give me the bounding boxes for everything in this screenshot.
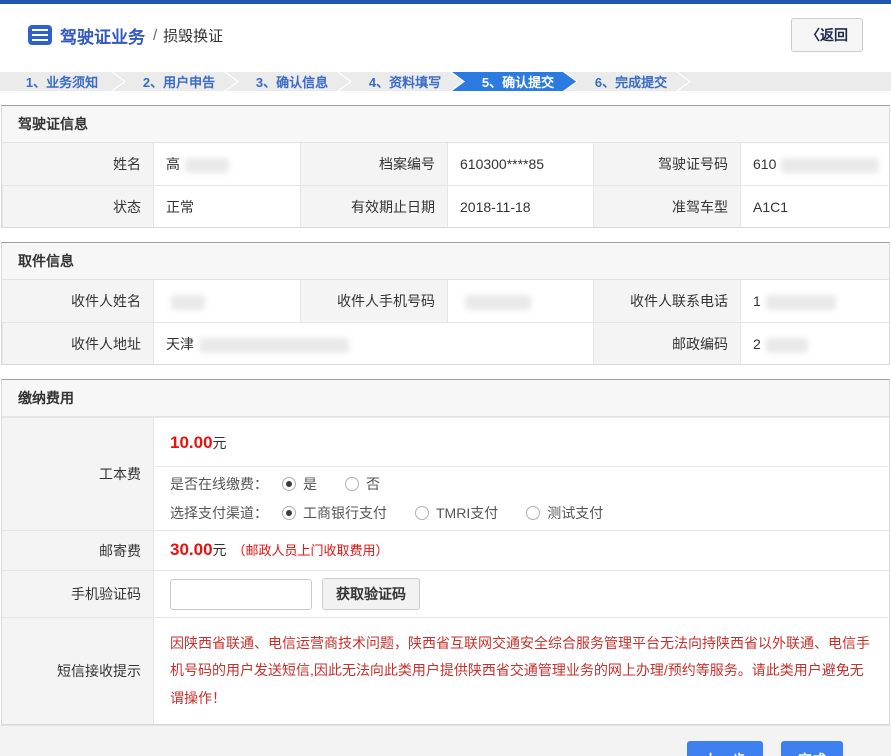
radio-option-no[interactable]: 否 <box>345 474 380 494</box>
license-section-title: 驾驶证信息 <box>2 106 889 143</box>
step-1: 1、业务须知 <box>0 72 124 91</box>
finish-button[interactable]: 完成 <box>781 741 843 756</box>
redacted-value <box>465 295 531 310</box>
list-icon <box>28 25 52 45</box>
field-label-recipient-mobile: 收件人手机号码 <box>300 280 447 322</box>
radio-option-test-label: 测试支付 <box>547 503 603 523</box>
radio-unchecked-icon[interactable] <box>345 477 359 491</box>
license-table: 姓名 高 档案编号 610300****85 驾驶证号码 610 状态 正常 有… <box>2 143 889 227</box>
field-value-expiry-date: 2018-11-18 <box>447 185 593 227</box>
field-value-name: 高 <box>153 143 300 185</box>
fee-amount: 10.00 <box>170 433 213 452</box>
field-value-vehicle-class: A1C1 <box>740 185 889 227</box>
fee-amount-line: 10.00元 <box>154 418 889 467</box>
radio-option-yes-label: 是 <box>303 474 317 494</box>
field-value-status: 正常 <box>153 185 300 227</box>
field-label-recipient-name: 收件人姓名 <box>2 280 153 322</box>
page-title: 驾驶证业务 <box>60 23 145 48</box>
sms-code-row: 手机验证码 获取验证码 <box>2 570 889 617</box>
redacted-value <box>766 338 808 353</box>
pickup-table: 收件人姓名 收件人手机号码 收件人联系电话 1 收件人地址 天津 邮政编码 2 <box>2 280 889 364</box>
previous-step-button[interactable]: 上一步 <box>687 741 763 756</box>
payment-section: 缴纳费用 工本费 10.00元 是否在线缴费： 是 否 选择支付渠道： 工商银行… <box>1 379 890 725</box>
sms-notice-text: 因陕西省联通、电信运营商技术问题，陕西省互联网交通安全综合服务管理平台无法向持陕… <box>153 618 889 724</box>
back-button[interactable]: 〈返回 <box>791 18 863 52</box>
radio-option-icbc[interactable]: 工商银行支付 <box>282 503 387 523</box>
online-pay-question-line: 是否在线缴费： 是 否 <box>154 467 889 501</box>
field-value-license-number: 610 <box>740 143 889 185</box>
pickup-section-title: 取件信息 <box>2 243 889 280</box>
field-label-license-number: 驾驶证号码 <box>593 143 740 185</box>
radio-unchecked-icon[interactable] <box>415 506 429 520</box>
field-label-sms-code: 手机验证码 <box>2 571 153 617</box>
field-label-recipient-phone: 收件人联系电话 <box>593 280 740 322</box>
step-6: 6、完成提交 <box>565 72 689 91</box>
pay-channel-question-line: 选择支付渠道： 工商银行支付 TMRI支付 测试支付 <box>154 501 889 530</box>
step-bar-filler <box>678 72 891 91</box>
fee-row: 工本费 10.00元 是否在线缴费： 是 否 选择支付渠道： 工商银行支付 TM… <box>2 417 889 530</box>
redacted-value <box>781 158 879 173</box>
field-label-postal-code: 邮政编码 <box>593 322 740 364</box>
footer-bar: 上一步 完成 <box>0 725 891 756</box>
sms-notice-row: 短信接收提示 因陕西省联通、电信运营商技术问题，陕西省互联网交通安全综合服务管理… <box>2 617 889 724</box>
back-label: 返回 <box>820 27 848 43</box>
field-label-fee: 工本费 <box>2 418 153 530</box>
field-label-recipient-address: 收件人地址 <box>2 322 153 364</box>
radio-checked-icon[interactable] <box>282 506 296 520</box>
redacted-value <box>171 295 205 310</box>
radio-option-tmri[interactable]: TMRI支付 <box>415 503 498 523</box>
field-value-file-number: 610300****85 <box>447 143 593 185</box>
field-label-status: 状态 <box>2 185 153 227</box>
step-bar: 1、业务须知 2、用户申告 3、确认信息 4、资料填写 5、确认提交 6、完成提… <box>0 72 891 91</box>
field-value-postal-code: 2 <box>740 322 889 364</box>
license-info-section: 驾驶证信息 姓名 高 档案编号 610300****85 驾驶证号码 610 状… <box>1 105 890 228</box>
field-value-recipient-address: 天津 <box>153 322 593 364</box>
radio-option-no-label: 否 <box>366 474 380 494</box>
radio-checked-icon[interactable] <box>282 477 296 491</box>
breadcrumb-current: 损毁换证 <box>163 25 223 46</box>
step-2: 2、用户申告 <box>113 72 237 91</box>
page: 驾驶证业务 / 损毁换证 〈返回 1、业务须知 2、用户申告 3、确认信息 4、… <box>0 0 891 756</box>
radio-option-yes[interactable]: 是 <box>282 474 317 494</box>
sms-code-input[interactable] <box>170 579 312 610</box>
postage-amount: 30.00 <box>170 540 213 559</box>
back-chevron-icon: 〈 <box>806 27 820 43</box>
payment-section-title: 缴纳费用 <box>2 380 889 417</box>
pickup-info-section: 取件信息 收件人姓名 收件人手机号码 收件人联系电话 1 收件人地址 天津 邮政… <box>1 242 890 365</box>
online-pay-question: 是否在线缴费： <box>170 474 268 494</box>
breadcrumb-separator: / <box>153 27 157 44</box>
radio-unchecked-icon[interactable] <box>526 506 540 520</box>
pay-channel-question: 选择支付渠道： <box>170 503 268 523</box>
field-label-name: 姓名 <box>2 143 153 185</box>
redacted-value <box>185 158 229 173</box>
field-label-file-number: 档案编号 <box>300 143 447 185</box>
fee-cell: 10.00元 是否在线缴费： 是 否 选择支付渠道： 工商银行支付 TMRI支付… <box>153 418 889 530</box>
postage-cell: 30.00元 （邮政人员上门收取费用） <box>153 531 889 570</box>
field-label-expiry-date: 有效期止日期 <box>300 185 447 227</box>
postage-unit: 元 <box>213 542 227 558</box>
redacted-value <box>199 338 349 353</box>
field-label-sms-notice: 短信接收提示 <box>2 618 153 724</box>
field-value-recipient-phone: 1 <box>740 280 889 322</box>
field-label-postage: 邮寄费 <box>2 531 153 570</box>
page-header: 驾驶证业务 / 损毁换证 〈返回 <box>0 4 891 62</box>
step-5-active: 5、确认提交 <box>452 72 576 91</box>
radio-option-tmri-label: TMRI支付 <box>436 503 498 523</box>
redacted-value <box>766 295 836 310</box>
postage-note: （邮政人员上门收取费用） <box>233 543 389 558</box>
field-value-recipient-mobile <box>447 280 593 322</box>
field-value-recipient-name <box>153 280 300 322</box>
postage-row: 邮寄费 30.00元 （邮政人员上门收取费用） <box>2 530 889 570</box>
sms-code-cell: 获取验证码 <box>153 571 889 617</box>
get-sms-code-button[interactable]: 获取验证码 <box>322 578 420 610</box>
radio-option-icbc-label: 工商银行支付 <box>303 503 387 523</box>
fee-unit: 元 <box>213 435 227 451</box>
step-4: 4、资料填写 <box>339 72 463 91</box>
radio-option-test[interactable]: 测试支付 <box>526 503 603 523</box>
step-3: 3、确认信息 <box>226 72 350 91</box>
field-label-vehicle-class: 准驾车型 <box>593 185 740 227</box>
